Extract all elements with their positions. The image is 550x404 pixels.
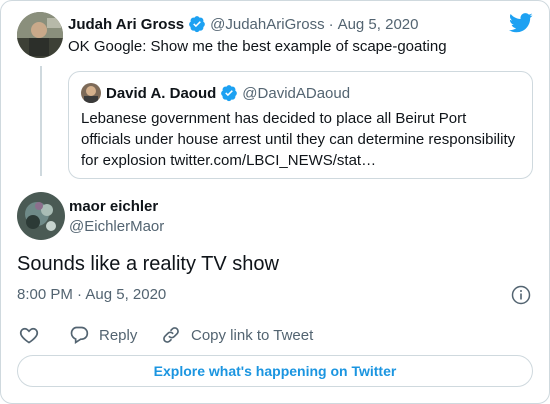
quoted-author-name: David A. Daoud	[106, 84, 217, 102]
explore-twitter-button[interactable]: Explore what's happening on Twitter	[17, 355, 533, 387]
parent-tweet-date[interactable]: Aug 5, 2020	[338, 16, 419, 33]
heart-icon	[19, 327, 39, 344]
twitter-bird-icon[interactable]	[509, 13, 533, 33]
reply-button[interactable]: Reply	[69, 325, 137, 345]
main-tweet-text: Sounds like a reality TV show	[17, 253, 279, 275]
quoted-text-line: for explosion twitter.com/LBCI_NEWS/stat…	[81, 152, 377, 169]
main-author-name[interactable]: maor eichler	[69, 198, 158, 215]
date-separator: ·	[328, 15, 334, 33]
quoted-text-line: officials under house arrest until they …	[81, 131, 516, 148]
copy-link-button[interactable]: Copy link to Tweet	[161, 325, 313, 345]
reply-bubble-icon	[70, 326, 89, 345]
parent-author-avatar[interactable]	[17, 12, 63, 58]
quoted-author-avatar[interactable]	[81, 83, 101, 103]
main-author-handle[interactable]: @EichlerMaor	[69, 218, 164, 235]
verified-badge-icon	[189, 16, 206, 33]
parent-author-name[interactable]: Judah Ari Gross	[68, 16, 184, 33]
main-author-avatar[interactable]	[17, 192, 65, 240]
thread-connector-line	[40, 66, 42, 176]
parent-tweet-text: OK Google: Show me the best example of s…	[68, 38, 447, 55]
like-button[interactable]	[19, 325, 39, 345]
quoted-tweet-text: Lebanese government has decided to place…	[81, 108, 515, 171]
copy-link-label: Copy link to Tweet	[191, 326, 314, 344]
quoted-text-line: Lebanese government has decided to place…	[81, 110, 467, 127]
info-icon[interactable]	[511, 285, 531, 305]
parent-author-handle[interactable]: @JudahAriGross	[210, 16, 324, 33]
link-icon	[163, 327, 179, 343]
tweet-timestamp[interactable]: 8:00 PM · Aug 5, 2020	[17, 286, 166, 303]
reply-label: Reply	[99, 326, 138, 344]
explore-label: Explore what's happening on Twitter	[153, 363, 397, 379]
verified-badge-icon	[221, 85, 238, 102]
quoted-author-handle: @DavidADaoud	[242, 84, 351, 102]
